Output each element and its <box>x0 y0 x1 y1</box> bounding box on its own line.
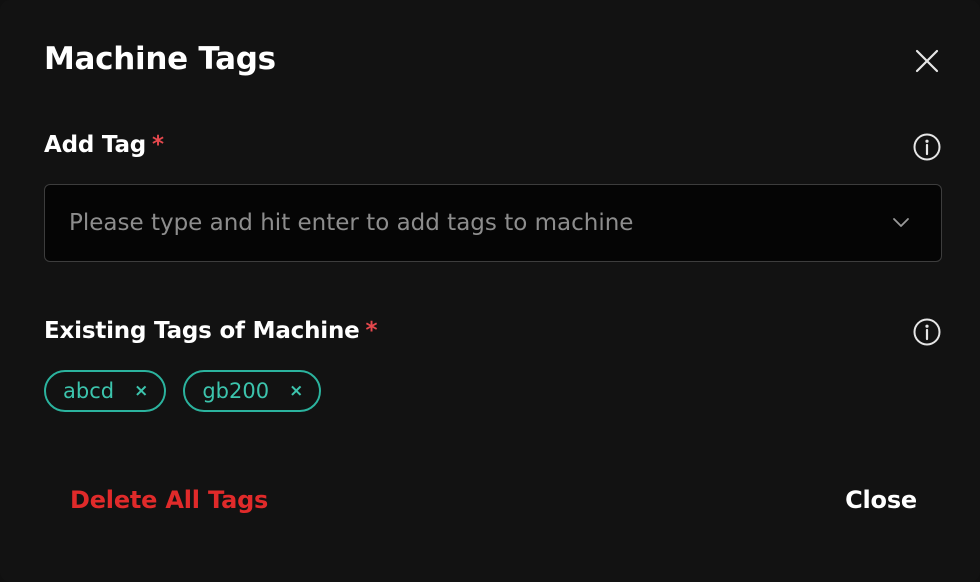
close-button[interactable]: Close <box>845 483 917 517</box>
dialog-title: Machine Tags <box>44 41 276 77</box>
close-icon[interactable] <box>912 46 942 76</box>
tag-chip[interactable]: gb200 × <box>183 370 322 412</box>
add-tag-input[interactable] <box>69 185 859 260</box>
remove-tag-icon[interactable]: × <box>289 381 303 401</box>
required-marker: * <box>365 318 378 344</box>
tag-label: abcd <box>63 379 115 403</box>
tag-label: gb200 <box>202 379 270 403</box>
add-tag-label: Add Tag * <box>44 129 164 161</box>
existing-tags-label-text: Existing Tags of Machine <box>44 318 360 344</box>
tag-chip[interactable]: abcd × <box>44 370 167 412</box>
info-icon[interactable] <box>912 317 942 347</box>
required-marker: * <box>152 132 164 158</box>
existing-tags-label: Existing Tags of Machine * <box>44 315 378 347</box>
machine-tags-dialog: Machine Tags Add Tag* Existing Tags of M… <box>0 0 980 582</box>
add-tag-field <box>44 184 942 262</box>
delete-all-tags-button[interactable]: Delete All Tags <box>70 483 268 517</box>
add-tag-label-text: Add Tag <box>44 132 147 158</box>
info-icon[interactable] <box>912 132 942 162</box>
remove-tag-icon[interactable]: × <box>134 381 148 401</box>
existing-tags-list: abcd × gb200 × <box>44 370 322 412</box>
chevron-down-icon[interactable] <box>887 209 915 237</box>
